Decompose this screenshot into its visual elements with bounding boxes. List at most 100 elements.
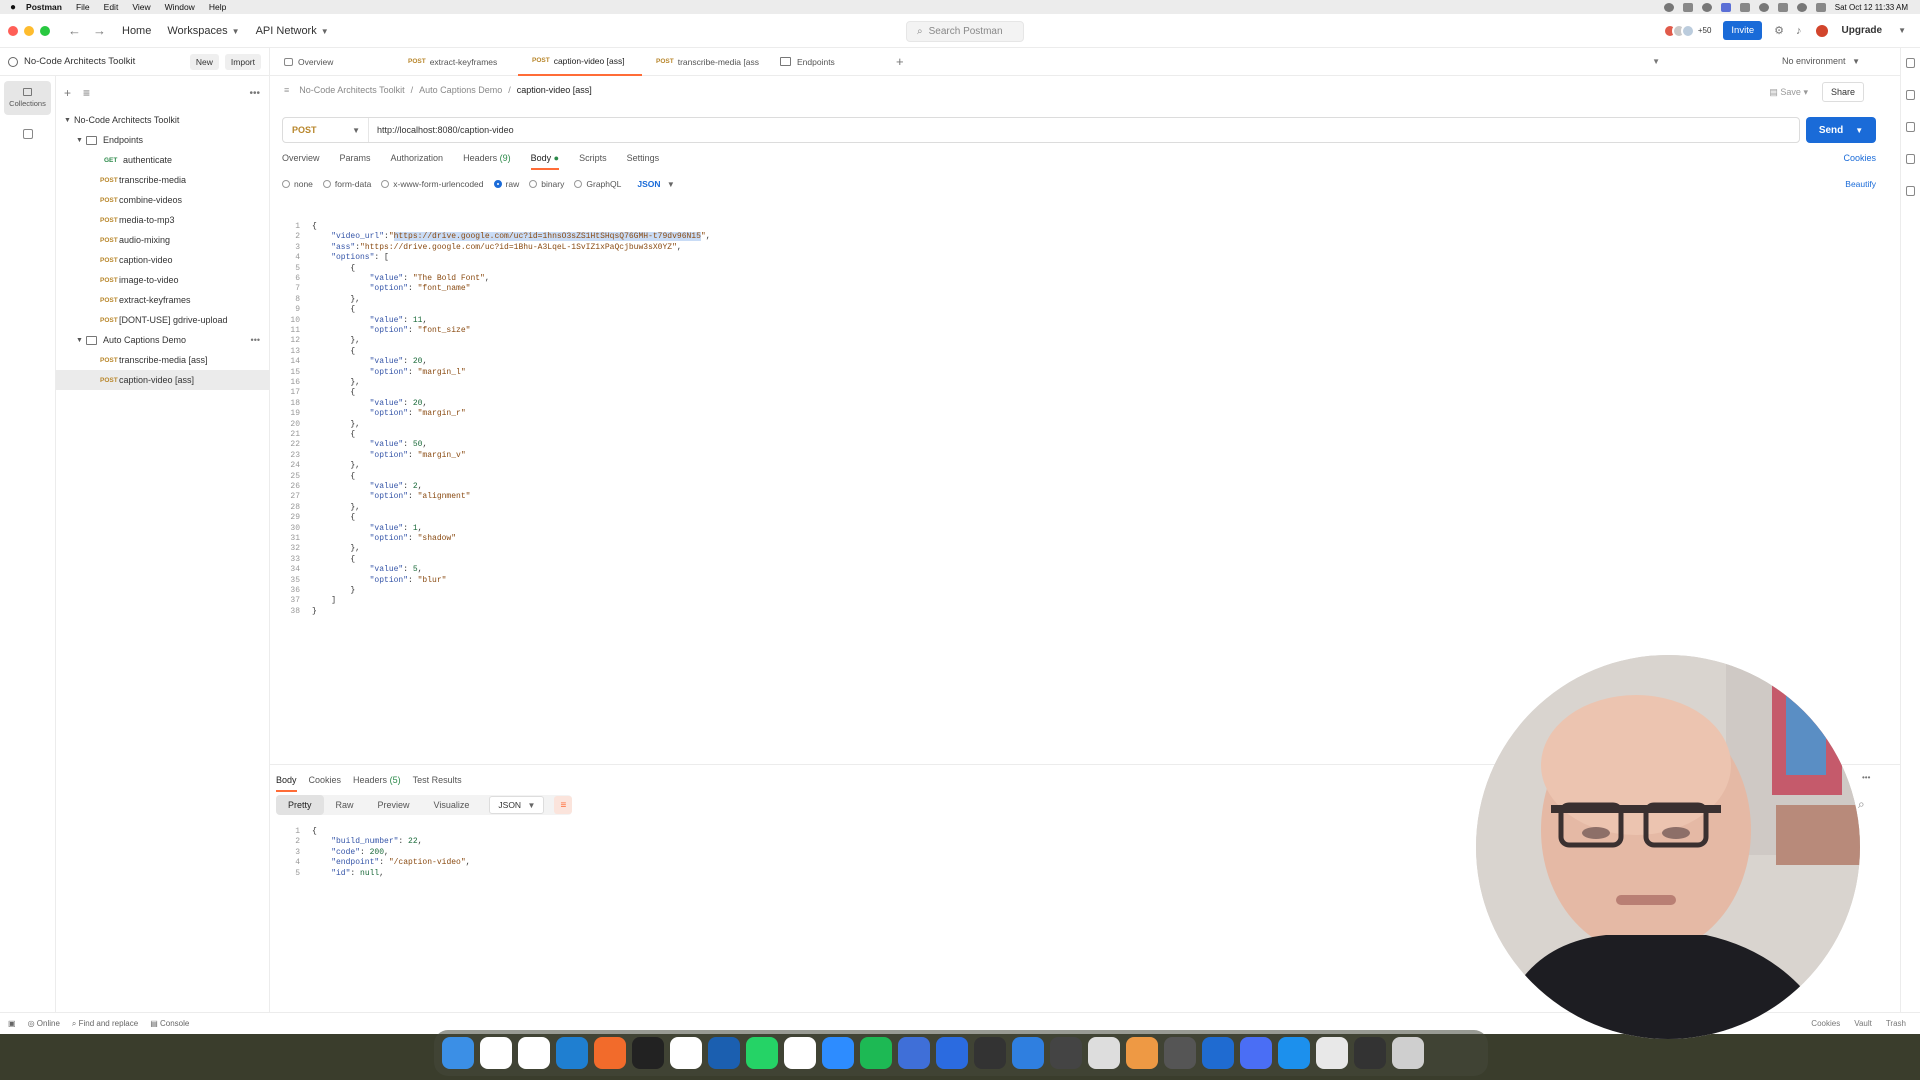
tab-body[interactable]: Body ● [530, 153, 560, 170]
request-row[interactable]: POST [DONT-USE] gdrive-upload [56, 310, 270, 330]
chrome-icon[interactable] [480, 1037, 512, 1069]
vscode-icon[interactable] [556, 1037, 588, 1069]
response-tab-headers[interactable]: Headers (5) [353, 775, 401, 792]
body-language-select[interactable]: JSON ▼ [637, 179, 674, 189]
request-row[interactable]: POST caption-video [56, 250, 270, 270]
tab-caption-video[interactable]: POST caption-video [ass] [518, 48, 642, 76]
url-input[interactable]: http://localhost:8080/caption-video [369, 125, 514, 135]
file-icon[interactable] [1316, 1037, 1348, 1069]
slack-icon[interactable] [784, 1037, 816, 1069]
more-icon[interactable]: ••• [1862, 773, 1870, 782]
tab-endpoints[interactable]: Endpoints [766, 48, 890, 76]
music-icon[interactable] [974, 1037, 1006, 1069]
radio-none[interactable]: none [282, 179, 313, 189]
add-icon[interactable]: + [64, 86, 71, 100]
gear-icon[interactable] [1240, 1037, 1272, 1069]
response-tab-cookies[interactable]: Cookies [309, 775, 342, 792]
radio-graphql[interactable]: GraphQL [574, 179, 621, 189]
workspace-name[interactable]: No-Code Architects Toolkit [24, 56, 184, 67]
related-icon[interactable] [1906, 154, 1915, 164]
response-language-select[interactable]: JSON ▼ [489, 796, 545, 814]
search-input[interactable]: ⌕ Search Postman [906, 21, 1024, 42]
tab-authorization[interactable]: Authorization [391, 153, 444, 170]
search-icon[interactable]: ⌕ [1858, 797, 1865, 812]
nav-workspaces[interactable]: Workspaces ▼ [167, 25, 239, 37]
status-icon[interactable] [1739, 2, 1750, 12]
filter-icon[interactable]: ≡ [83, 86, 90, 100]
more-icon[interactable]: ••• [251, 335, 260, 345]
status-icon[interactable] [1758, 2, 1769, 12]
beautify-link[interactable]: Beautify [1845, 179, 1876, 189]
breadcrumb-collection[interactable]: No-Code Architects Toolkit [299, 85, 404, 95]
safari-icon[interactable] [1012, 1037, 1044, 1069]
environment-select[interactable]: No environment ▼ [1782, 56, 1860, 66]
menu-help[interactable]: Help [209, 2, 226, 12]
status-icon[interactable] [1701, 2, 1712, 12]
tab-overview[interactable]: Overview [282, 153, 320, 170]
chevron-down-icon[interactable]: ▼ [1855, 126, 1863, 135]
request-row[interactable]: GET authenticate [56, 150, 270, 170]
status-trash[interactable]: Trash [1886, 1019, 1906, 1028]
tabs-dropdown-icon[interactable]: ▼ [1652, 57, 1660, 66]
upgrade-button[interactable]: Upgrade [1842, 25, 1883, 36]
view-raw[interactable]: Raw [324, 795, 366, 815]
save-button[interactable]: ▤ Save ▾ [1769, 87, 1808, 98]
docs-icon[interactable] [898, 1037, 930, 1069]
zoom-window-icon[interactable] [40, 25, 50, 36]
collection-row[interactable]: ▼ No-Code Architects Toolkit [56, 110, 270, 130]
status-icon[interactable] [1682, 2, 1693, 12]
send-button[interactable]: Send ▼ [1806, 117, 1876, 143]
nav-home[interactable]: Home [122, 25, 151, 37]
live-icon[interactable] [708, 1037, 740, 1069]
share-button[interactable]: Share [1821, 82, 1864, 102]
status-icon[interactable] [1777, 2, 1788, 12]
menu-app[interactable]: Postman [26, 2, 62, 12]
info-icon[interactable] [1906, 186, 1915, 196]
sidebar-toggle-icon[interactable]: ▣ [8, 1019, 16, 1028]
menu-view[interactable]: View [132, 2, 150, 12]
status-icon[interactable] [1663, 2, 1674, 12]
pen-icon[interactable] [594, 1037, 626, 1069]
view-visualize[interactable]: Visualize [422, 795, 482, 815]
response-tab-tests[interactable]: Test Results [413, 775, 462, 792]
status-find-replace[interactable]: ⌕ Find and replace [72, 1019, 138, 1029]
team-avatars[interactable]: +50 [1662, 23, 1711, 38]
request-row[interactable]: POST transcribe-media [56, 170, 270, 190]
tab-transcribe-media[interactable]: POST transcribe-media [ass [642, 48, 766, 76]
breadcrumb-folder[interactable]: Auto Captions Demo [419, 85, 502, 95]
tab-scripts[interactable]: Scripts [579, 153, 607, 170]
docker-icon[interactable] [1278, 1037, 1310, 1069]
view-pretty[interactable]: Pretty [276, 795, 324, 815]
globe-icon[interactable] [1202, 1037, 1234, 1069]
screen-icon[interactable] [1354, 1037, 1386, 1069]
more-icon[interactable]: ••• [249, 88, 260, 99]
tab-settings[interactable]: Settings [627, 153, 660, 170]
forward-arrow-icon[interactable]: → [93, 23, 106, 38]
chevron-down-icon[interactable]: ▼ [1898, 26, 1906, 35]
dash-icon[interactable] [1164, 1037, 1196, 1069]
request-row[interactable]: POST image-to-video [56, 270, 270, 290]
apps-grid-icon[interactable] [22, 129, 33, 139]
settings-gear-icon[interactable]: ⚙ [1774, 24, 1784, 37]
notification-bell-icon[interactable]: ♪ [1796, 25, 1802, 37]
tab-headers[interactable]: Headers (9) [463, 153, 511, 170]
folder-row-auto-captions[interactable]: ▼ Auto Captions Demo ••• [56, 330, 270, 350]
wrap-lines-icon[interactable]: ≡ [554, 796, 573, 814]
new-tab-icon[interactable]: + [896, 54, 904, 69]
request-row[interactable]: POST audio-mixing [56, 230, 270, 250]
settings-icon[interactable] [1050, 1037, 1082, 1069]
chatgpt-icon[interactable] [518, 1037, 550, 1069]
wifi-icon[interactable] [1796, 2, 1807, 12]
mail-icon[interactable] [1088, 1037, 1120, 1069]
grid-icon[interactable] [1126, 1037, 1158, 1069]
status-cookies[interactable]: Cookies [1811, 1019, 1840, 1028]
request-row[interactable]: POST media-to-mp3 [56, 210, 270, 230]
spotify-icon[interactable] [860, 1037, 892, 1069]
radio-raw[interactable]: raw [493, 179, 519, 189]
apple-icon[interactable]: ● [10, 2, 16, 13]
nav-api-network[interactable]: API Network ▼ [256, 25, 329, 37]
folder-row-endpoints[interactable]: ▼ Endpoints [56, 130, 270, 150]
code-icon[interactable] [1906, 122, 1915, 132]
status-online[interactable]: ◎ Online [28, 1019, 60, 1028]
radio-urlencoded[interactable]: x-www-form-urlencoded [381, 179, 484, 189]
